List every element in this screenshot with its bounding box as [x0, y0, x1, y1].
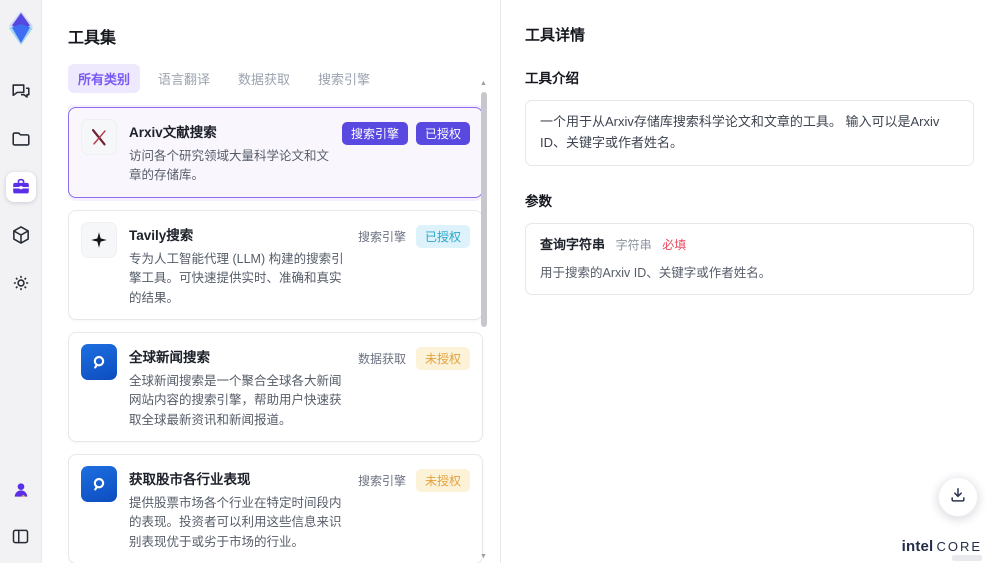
tool-name: Tavily搜索 — [129, 227, 194, 243]
tool-description: 提供股票市场各个行业在特定时间段内的表现。投资者可以利用这些信息来识别表现优于或… — [129, 496, 342, 549]
arxiv-icon — [81, 119, 117, 155]
intel-logo-sub-mark — [952, 555, 982, 561]
category-badge: 数据获取 — [357, 351, 406, 366]
sidebar-item-settings[interactable] — [6, 268, 36, 298]
tavily-icon — [81, 221, 117, 258]
sidebar-item-account[interactable] — [6, 475, 36, 505]
tab-data-fetch[interactable]: 数据获取 — [228, 64, 300, 93]
tab-search-engine[interactable]: 搜索引擎 — [308, 64, 380, 93]
sidebar-item-tools[interactable] — [5, 172, 36, 202]
settings-icon — [10, 272, 32, 294]
package-icon — [10, 224, 32, 246]
folder-icon — [10, 128, 32, 150]
chat-icon — [10, 80, 32, 102]
stock-search-icon — [81, 466, 117, 502]
sidebar — [0, 0, 42, 563]
sidebar-item-files[interactable] — [6, 124, 36, 154]
intel-wordmark: intel — [901, 538, 934, 555]
param-description: 用于搜索的Arxiv ID、关键字或作者姓名。 — [540, 266, 772, 281]
tool-description: 全球新闻搜索是一个聚合全球各大新闻网站内容的搜索引擎，帮助用户快速获取全球最新资… — [129, 373, 342, 427]
download-icon — [948, 485, 968, 510]
sidebar-item-models[interactable] — [6, 220, 36, 250]
page-title: 工具集 — [68, 30, 117, 47]
auth-status-badge: 已授权 — [415, 224, 470, 248]
list-scrollbar[interactable]: ▲ ▼ — [479, 78, 488, 563]
auth-status-badge: 已授权 — [415, 122, 470, 145]
tool-card-arxiv[interactable]: Arxiv文献搜索 访问各个研究领域大量科学论文和文章的存储库。 搜索引擎 已授… — [68, 107, 483, 198]
tool-name: 获取股市各行业表现 — [129, 472, 251, 487]
param-box: 查询字符串 字符串 必填 用于搜索的Arxiv ID、关键字或作者姓名。 — [525, 222, 974, 296]
user-icon — [11, 480, 31, 500]
category-tabs: 所有类别 语言翻译 数据获取 搜索引擎 — [68, 64, 500, 93]
intro-box: 一个用于从Arxiv存储库搜索科学论文和文章的工具。 输入可以是Arxiv ID… — [525, 100, 974, 166]
tool-list-panel: 工具集 所有类别 语言翻译 数据获取 搜索引擎 Arxiv文献搜索 访问各个研究… — [42, 0, 500, 563]
tool-card-global-news[interactable]: 全球新闻搜索 全球新闻搜索是一个聚合全球各大新闻网站内容的搜索引擎，帮助用户快速… — [68, 331, 483, 442]
panel-toggle-icon — [10, 526, 31, 547]
auth-status-badge: 未授权 — [415, 346, 470, 370]
scrollbar-thumb[interactable] — [480, 92, 487, 327]
param-required-flag: 必填 — [662, 237, 687, 252]
param-type: 字符串 — [615, 237, 652, 252]
category-badge: 搜索引擎 — [357, 229, 406, 244]
download-button[interactable] — [938, 477, 978, 517]
tool-list: Arxiv文献搜索 访问各个研究领域大量科学论文和文章的存储库。 搜索引擎 已授… — [68, 105, 500, 563]
tool-name: Arxiv文献搜索 — [129, 125, 217, 140]
core-wordmark: core — [936, 539, 982, 554]
tool-description: 专为人工智能代理 (LLM) 构建的搜索引擎工具。可快速提供实时、准确和真实的结… — [129, 251, 344, 305]
scroll-up-icon[interactable]: ▲ — [479, 80, 488, 88]
tool-name: 全球新闻搜索 — [129, 349, 210, 365]
tool-description: 访问各个研究领域大量科学论文和文章的存储库。 — [129, 149, 330, 183]
params-heading: 参数 — [525, 193, 552, 209]
intel-core-logo: intel core — [902, 538, 982, 555]
tool-detail-panel: 工具详情 工具介绍 一个用于从Arxiv存储库搜索科学论文和文章的工具。 输入可… — [500, 0, 1000, 563]
param-name: 查询字符串 — [540, 236, 606, 252]
news-search-icon — [81, 343, 117, 380]
app-window: 工具集 所有类别 语言翻译 数据获取 搜索引擎 Arxiv文献搜索 访问各个研究… — [0, 0, 1000, 563]
sidebar-collapse-button[interactable] — [6, 521, 36, 551]
toolbox-icon — [10, 176, 32, 198]
category-badge: 搜索引擎 — [357, 474, 406, 488]
tool-card-tavily[interactable]: Tavily搜索 专为人工智能代理 (LLM) 构建的搜索引擎工具。可快速提供实… — [68, 209, 483, 320]
scroll-down-icon[interactable]: ▼ — [479, 553, 488, 561]
category-badge: 搜索引擎 — [341, 122, 408, 145]
tab-all-categories[interactable]: 所有类别 — [68, 64, 141, 93]
intro-heading: 工具介绍 — [525, 71, 579, 86]
tool-card-stock-sectors[interactable]: 获取股市各行业表现 提供股票市场各个行业在特定时间段内的表现。投资者可以利用这些… — [68, 454, 483, 563]
app-logo-icon — [6, 10, 36, 46]
sidebar-item-chat[interactable] — [6, 76, 36, 106]
tab-translation[interactable]: 语言翻译 — [148, 64, 220, 93]
detail-title: 工具详情 — [525, 27, 586, 44]
auth-status-badge: 未授权 — [415, 469, 470, 492]
